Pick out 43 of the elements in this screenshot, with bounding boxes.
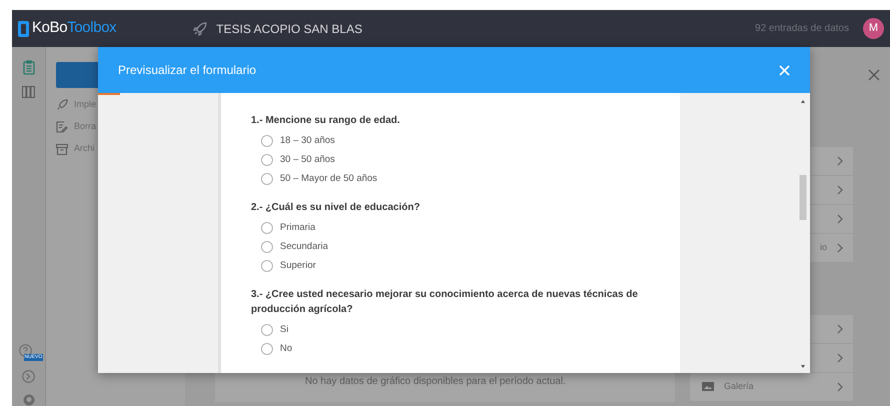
chevron-right-icon [837, 382, 843, 392]
radio-option[interactable]: No [261, 342, 680, 356]
radio-button[interactable] [261, 154, 273, 166]
entries-count: 92 entradas de datos [755, 22, 849, 36]
archive-box-icon [56, 144, 68, 154]
chevron-right-icon [837, 214, 843, 224]
menu-label: Galería [724, 380, 755, 394]
avatar[interactable]: M [863, 18, 884, 39]
logo[interactable]: KoBoToolbox [32, 17, 116, 40]
radio-button[interactable] [261, 222, 273, 234]
logo-icon [18, 20, 29, 36]
radio-button[interactable] [261, 173, 273, 185]
radio-option[interactable]: 30 – 50 años [261, 153, 680, 167]
support-icon[interactable] [22, 370, 35, 383]
question-label: 2.- ¿Cuál es su nivel de educación? [251, 201, 421, 215]
close-icon[interactable] [868, 69, 880, 81]
library-icon[interactable] [22, 86, 35, 98]
modal-title: Previsualizar el formulario [118, 62, 256, 79]
radio-option[interactable]: Superior [261, 259, 680, 273]
radio-option[interactable]: Primaria [261, 221, 680, 235]
chevron-right-icon [837, 156, 843, 166]
chevron-right-icon [837, 243, 843, 253]
question-label: 1.- Mencione su rango de edad. [251, 114, 401, 128]
question-label: 3.- ¿Cree usted necesario mejorar su conocimiento acerca de nuevas técnicas de producción agrícola? [251, 288, 639, 317]
tab-indicator [98, 93, 120, 95]
empty-chart-message: No hay datos de gráfico disponibles para el período actual. [305, 375, 566, 389]
radio-button[interactable] [261, 135, 273, 147]
chevron-right-icon [837, 324, 843, 334]
radio-button[interactable] [261, 324, 273, 336]
gallery-icon [702, 382, 714, 392]
radio-option[interactable]: 50 – Mayor de 50 años [261, 172, 680, 186]
radio-option[interactable]: Secundaria [261, 240, 680, 254]
radio-option[interactable]: 18 – 30 años [261, 134, 680, 148]
chevron-right-icon [837, 185, 843, 195]
radio-button[interactable] [261, 241, 273, 253]
project-title: TESIS ACOPIO SAN BLAS [216, 20, 362, 38]
radio-button[interactable] [261, 260, 273, 272]
document-pencil-icon [56, 121, 68, 133]
menu-label: io [818, 241, 827, 254]
clipboard-icon[interactable] [22, 60, 34, 75]
radio-option[interactable]: Si [261, 323, 680, 337]
radio-button[interactable] [261, 343, 273, 355]
chevron-right-icon [837, 353, 843, 363]
